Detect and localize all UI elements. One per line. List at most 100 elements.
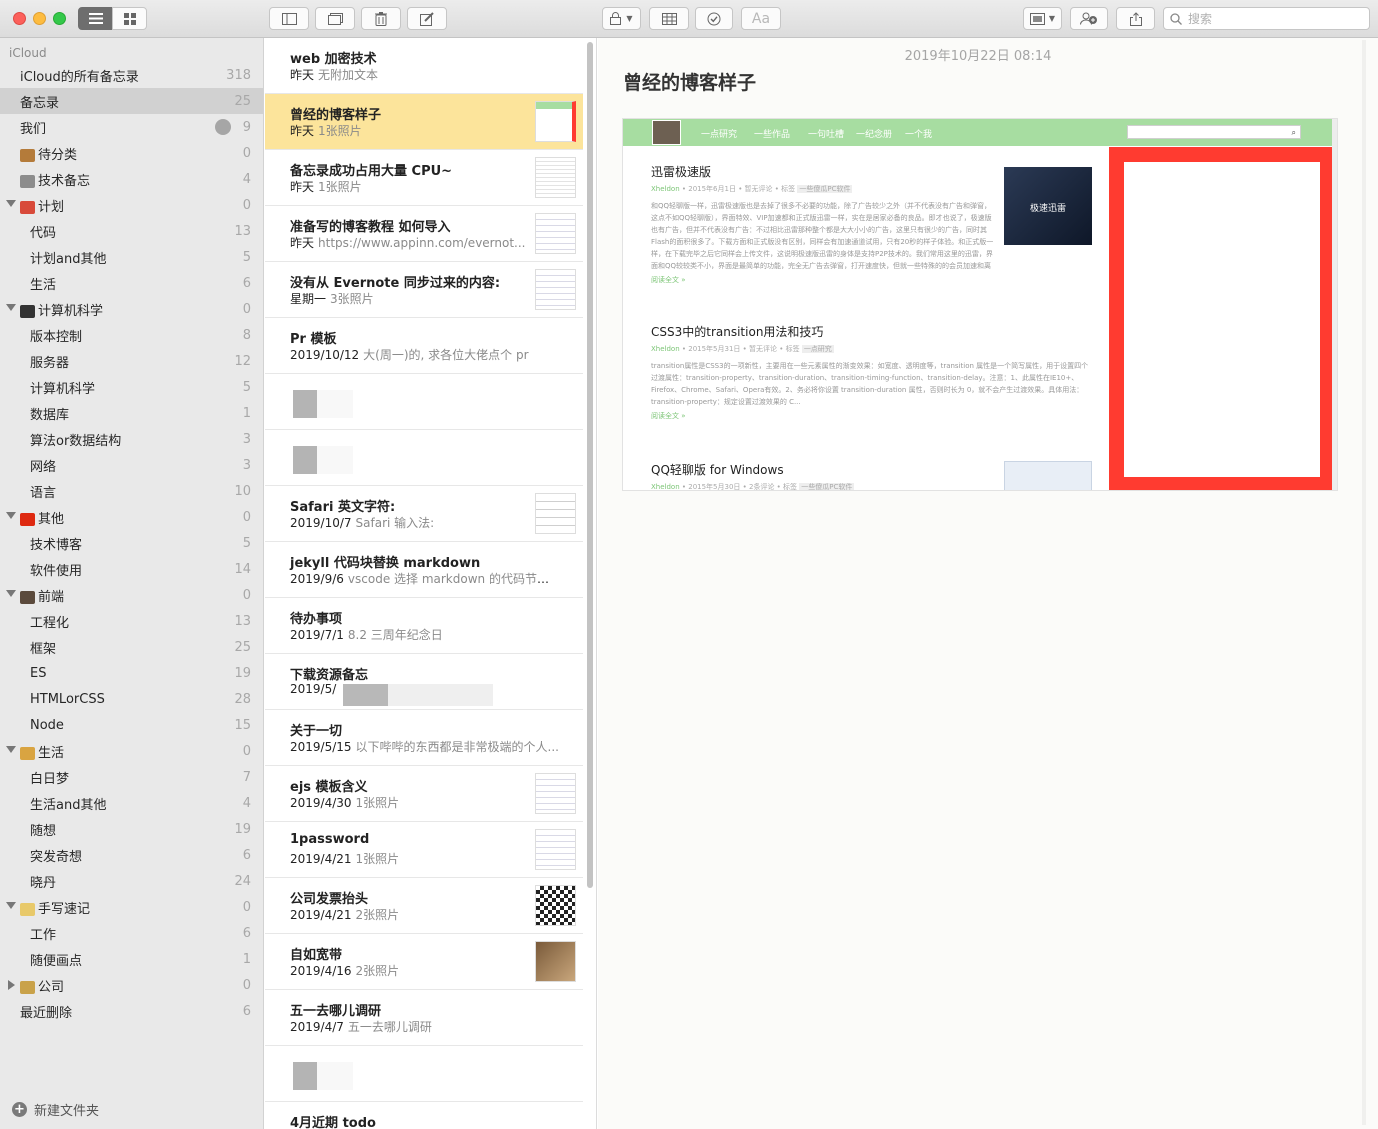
sidebar-folder-item[interactable]: 公司 0 <box>0 972 263 998</box>
note-list-item[interactable]: 自如宽带 2019/4/16 2张照片 <box>265 934 583 990</box>
note-title[interactable]: 曾经的博客样子 <box>623 68 756 95</box>
sidebar-folder-item[interactable]: 技术备忘 4 <box>0 166 263 192</box>
note-list-item[interactable]: 准备写的博客教程 如何导入 昨天 https://www.appinn.com/ev… <box>265 206 583 262</box>
note-list-item[interactable]: web 加密技术 昨天 无附加文本 <box>265 38 583 94</box>
sidebar-folder-item[interactable]: 语言 10 <box>0 478 263 504</box>
note-list-item[interactable]: ejs 模板含义 2019/4/30 1张照片 <box>265 766 583 822</box>
sidebar-folder-item[interactable]: 突发奇想 6 <box>0 842 263 868</box>
note-list-item[interactable]: 曾经的博客样子 昨天 1张照片 <box>265 94 583 150</box>
sidebar-folder-item[interactable]: 计算机科学 5 <box>0 374 263 400</box>
sidebar-folder-item[interactable]: 计划 0 <box>0 192 263 218</box>
sidebar-folder-item[interactable]: 我们 9 <box>0 114 263 140</box>
sidebar-folder-item[interactable]: 服务器 12 <box>0 348 263 374</box>
format-button[interactable]: Aa <box>741 7 781 30</box>
share-button[interactable] <box>1116 7 1155 30</box>
sidebar-folder-item[interactable]: 代码 13 <box>0 218 263 244</box>
sidebar-folder-item[interactable]: 其他 0 <box>0 504 263 530</box>
lock-note-button[interactable]: ▼ <box>602 7 641 30</box>
sidebar-folder-item[interactable]: 版本控制 8 <box>0 322 263 348</box>
sidebar-folder-item[interactable]: 生活and其他 4 <box>0 790 263 816</box>
note-list-item[interactable]: jekyll 代码块替换 markdown 2019/9/6 vscode 选择 m… <box>265 542 583 598</box>
toggle-sidebar-button[interactable] <box>269 7 309 30</box>
sidebar-folder-item[interactable]: 最近删除 6 <box>0 998 263 1024</box>
note-list-item[interactable]: 没有从 Evernote 同步过来的内容: 星期一 3张照片 <box>265 262 583 318</box>
disclosure-expanded-icon[interactable] <box>6 590 16 597</box>
note-list-item[interactable] <box>265 374 583 430</box>
toolbar: ▼ Aa ▼ <box>0 0 1378 38</box>
sidebar-folder-item[interactable]: 手写速记 0 <box>0 894 263 920</box>
note-list-item[interactable]: 备忘录成功占用大量 CPU~ 昨天 1张照片 <box>265 150 583 206</box>
note-item-subtitle: 2019/9/6 vscode 选择 markdown 的代码节点... <box>290 570 560 587</box>
disclosure-expanded-icon[interactable] <box>6 200 16 207</box>
sidebar-folder-item[interactable]: 网络 3 <box>0 452 263 478</box>
folder-sidebar: iCloud iCloud的所有备忘录 318 备忘录 25 我们 9 待分类 0 技术备忘 4 计… <box>0 38 264 1129</box>
sidebar-folder-item[interactable]: 软件使用 14 <box>0 556 263 582</box>
sidebar-folder-item[interactable]: 生活 6 <box>0 270 263 296</box>
folder-count: 5 <box>242 379 251 395</box>
folder-count: 0 <box>242 587 251 603</box>
editor-scrollbar[interactable] <box>1362 40 1366 1125</box>
redacted-content <box>293 390 353 418</box>
checklist-button[interactable] <box>695 7 733 30</box>
sidebar-folder-item[interactable]: 计划and其他 5 <box>0 244 263 270</box>
list-view-button[interactable] <box>78 7 113 30</box>
disclosure-expanded-icon[interactable] <box>6 304 16 311</box>
insert-table-button[interactable] <box>649 7 689 30</box>
note-list-item[interactable]: 4月近期 todo <box>265 1102 583 1129</box>
sidebar-folder-item[interactable]: 晓丹 24 <box>0 868 263 894</box>
note-list-item[interactable]: Pr 模板 2019/10/12 大(周一)的, 求各位大佬点个 pr <box>265 318 583 374</box>
sidebar-folder-item[interactable]: 算法or数据结构 3 <box>0 426 263 452</box>
sidebar-folder-item[interactable]: 技术博客 5 <box>0 530 263 556</box>
disclosure-collapsed-icon[interactable] <box>8 980 15 990</box>
folder-count: 12 <box>234 353 251 369</box>
note-list-item[interactable]: 下载资源备忘 2019/5/ <box>265 654 583 710</box>
note-list-item[interactable]: 1password 2019/4/21 1张照片 <box>265 822 583 878</box>
note-list-item[interactable]: 五一去哪儿调研 2019/4/7 五一去哪儿调研 <box>265 990 583 1046</box>
disclosure-expanded-icon[interactable] <box>6 512 16 519</box>
sidebar-folder-item[interactable]: HTMLorCSS 28 <box>0 686 263 712</box>
add-people-button[interactable] <box>1070 7 1108 30</box>
sidebar-folder-item[interactable]: 框架 25 <box>0 634 263 660</box>
sidebar-folder-item[interactable]: 数据库 1 <box>0 400 263 426</box>
sidebar-folder-item[interactable]: 备忘录 25 <box>0 88 263 114</box>
note-item-date: 2019/7/1 <box>290 628 344 642</box>
note-list-item[interactable]: 公司发票抬头 2019/4/21 2张照片 <box>265 878 583 934</box>
disclosure-expanded-icon[interactable] <box>6 902 16 909</box>
note-list-item[interactable] <box>265 1046 583 1102</box>
search-field[interactable] <box>1163 7 1370 30</box>
embedded-screenshot[interactable]: 一点研究 一些作品 一句吐槽 一纪念册 一个我 ⌕ 迅雷极速版 Xheldon … <box>622 118 1338 491</box>
sidebar-folder-item[interactable]: 待分类 0 <box>0 140 263 166</box>
attachments-browser-button[interactable] <box>315 7 355 30</box>
sidebar-folder-item[interactable]: 工作 6 <box>0 920 263 946</box>
search-input[interactable] <box>1188 11 1358 26</box>
sidebar-folder-item[interactable]: ES 19 <box>0 660 263 686</box>
delete-note-button[interactable] <box>361 7 401 30</box>
note-list-scrollbar[interactable] <box>587 42 593 888</box>
sidebar-folder-item[interactable]: iCloud的所有备忘录 318 <box>0 62 263 88</box>
sidebar-folder-item[interactable]: 随想 19 <box>0 816 263 842</box>
sidebar-folder-item[interactable]: 生活 0 <box>0 738 263 764</box>
folder-label: 数据库 <box>30 407 70 423</box>
note-item-title: 曾经的博客样子 <box>290 108 382 123</box>
sidebar-folder-item[interactable]: Node 15 <box>0 712 263 738</box>
sidebar-folder-item[interactable]: 计算机科学 0 <box>0 296 263 322</box>
sidebar-folder-item[interactable]: 随便画点 1 <box>0 946 263 972</box>
sidebar-folder-item[interactable]: 前端 0 <box>0 582 263 608</box>
folder-label: 计算机科学 <box>38 303 104 319</box>
zoom-window-button[interactable] <box>53 12 66 25</box>
minimize-window-button[interactable] <box>33 12 46 25</box>
sidebar-folder-item[interactable]: 白日梦 7 <box>0 764 263 790</box>
note-list-item[interactable]: 待办事项 2019/7/1 8.2 三周年纪念日 <box>265 598 583 654</box>
gallery-view-button[interactable] <box>112 7 147 30</box>
folder-count: 13 <box>234 223 251 239</box>
note-list-item[interactable]: Safari 英文字符: 2019/10/7 Safari 输入法: <box>265 486 583 542</box>
note-list-item[interactable]: 关于一切 2019/5/15 以下哔哔的东西都是非常极端的个人... <box>265 710 583 766</box>
sidebar-folder-item[interactable]: 工程化 13 <box>0 608 263 634</box>
chevron-down-icon: ▼ <box>626 14 633 23</box>
add-media-button[interactable]: ▼ <box>1023 7 1062 30</box>
new-note-button[interactable] <box>407 7 447 30</box>
note-list-item[interactable] <box>265 430 583 486</box>
new-folder-button[interactable]: + 新建文件夹 <box>12 1100 99 1119</box>
disclosure-expanded-icon[interactable] <box>6 746 16 753</box>
close-window-button[interactable] <box>13 12 26 25</box>
